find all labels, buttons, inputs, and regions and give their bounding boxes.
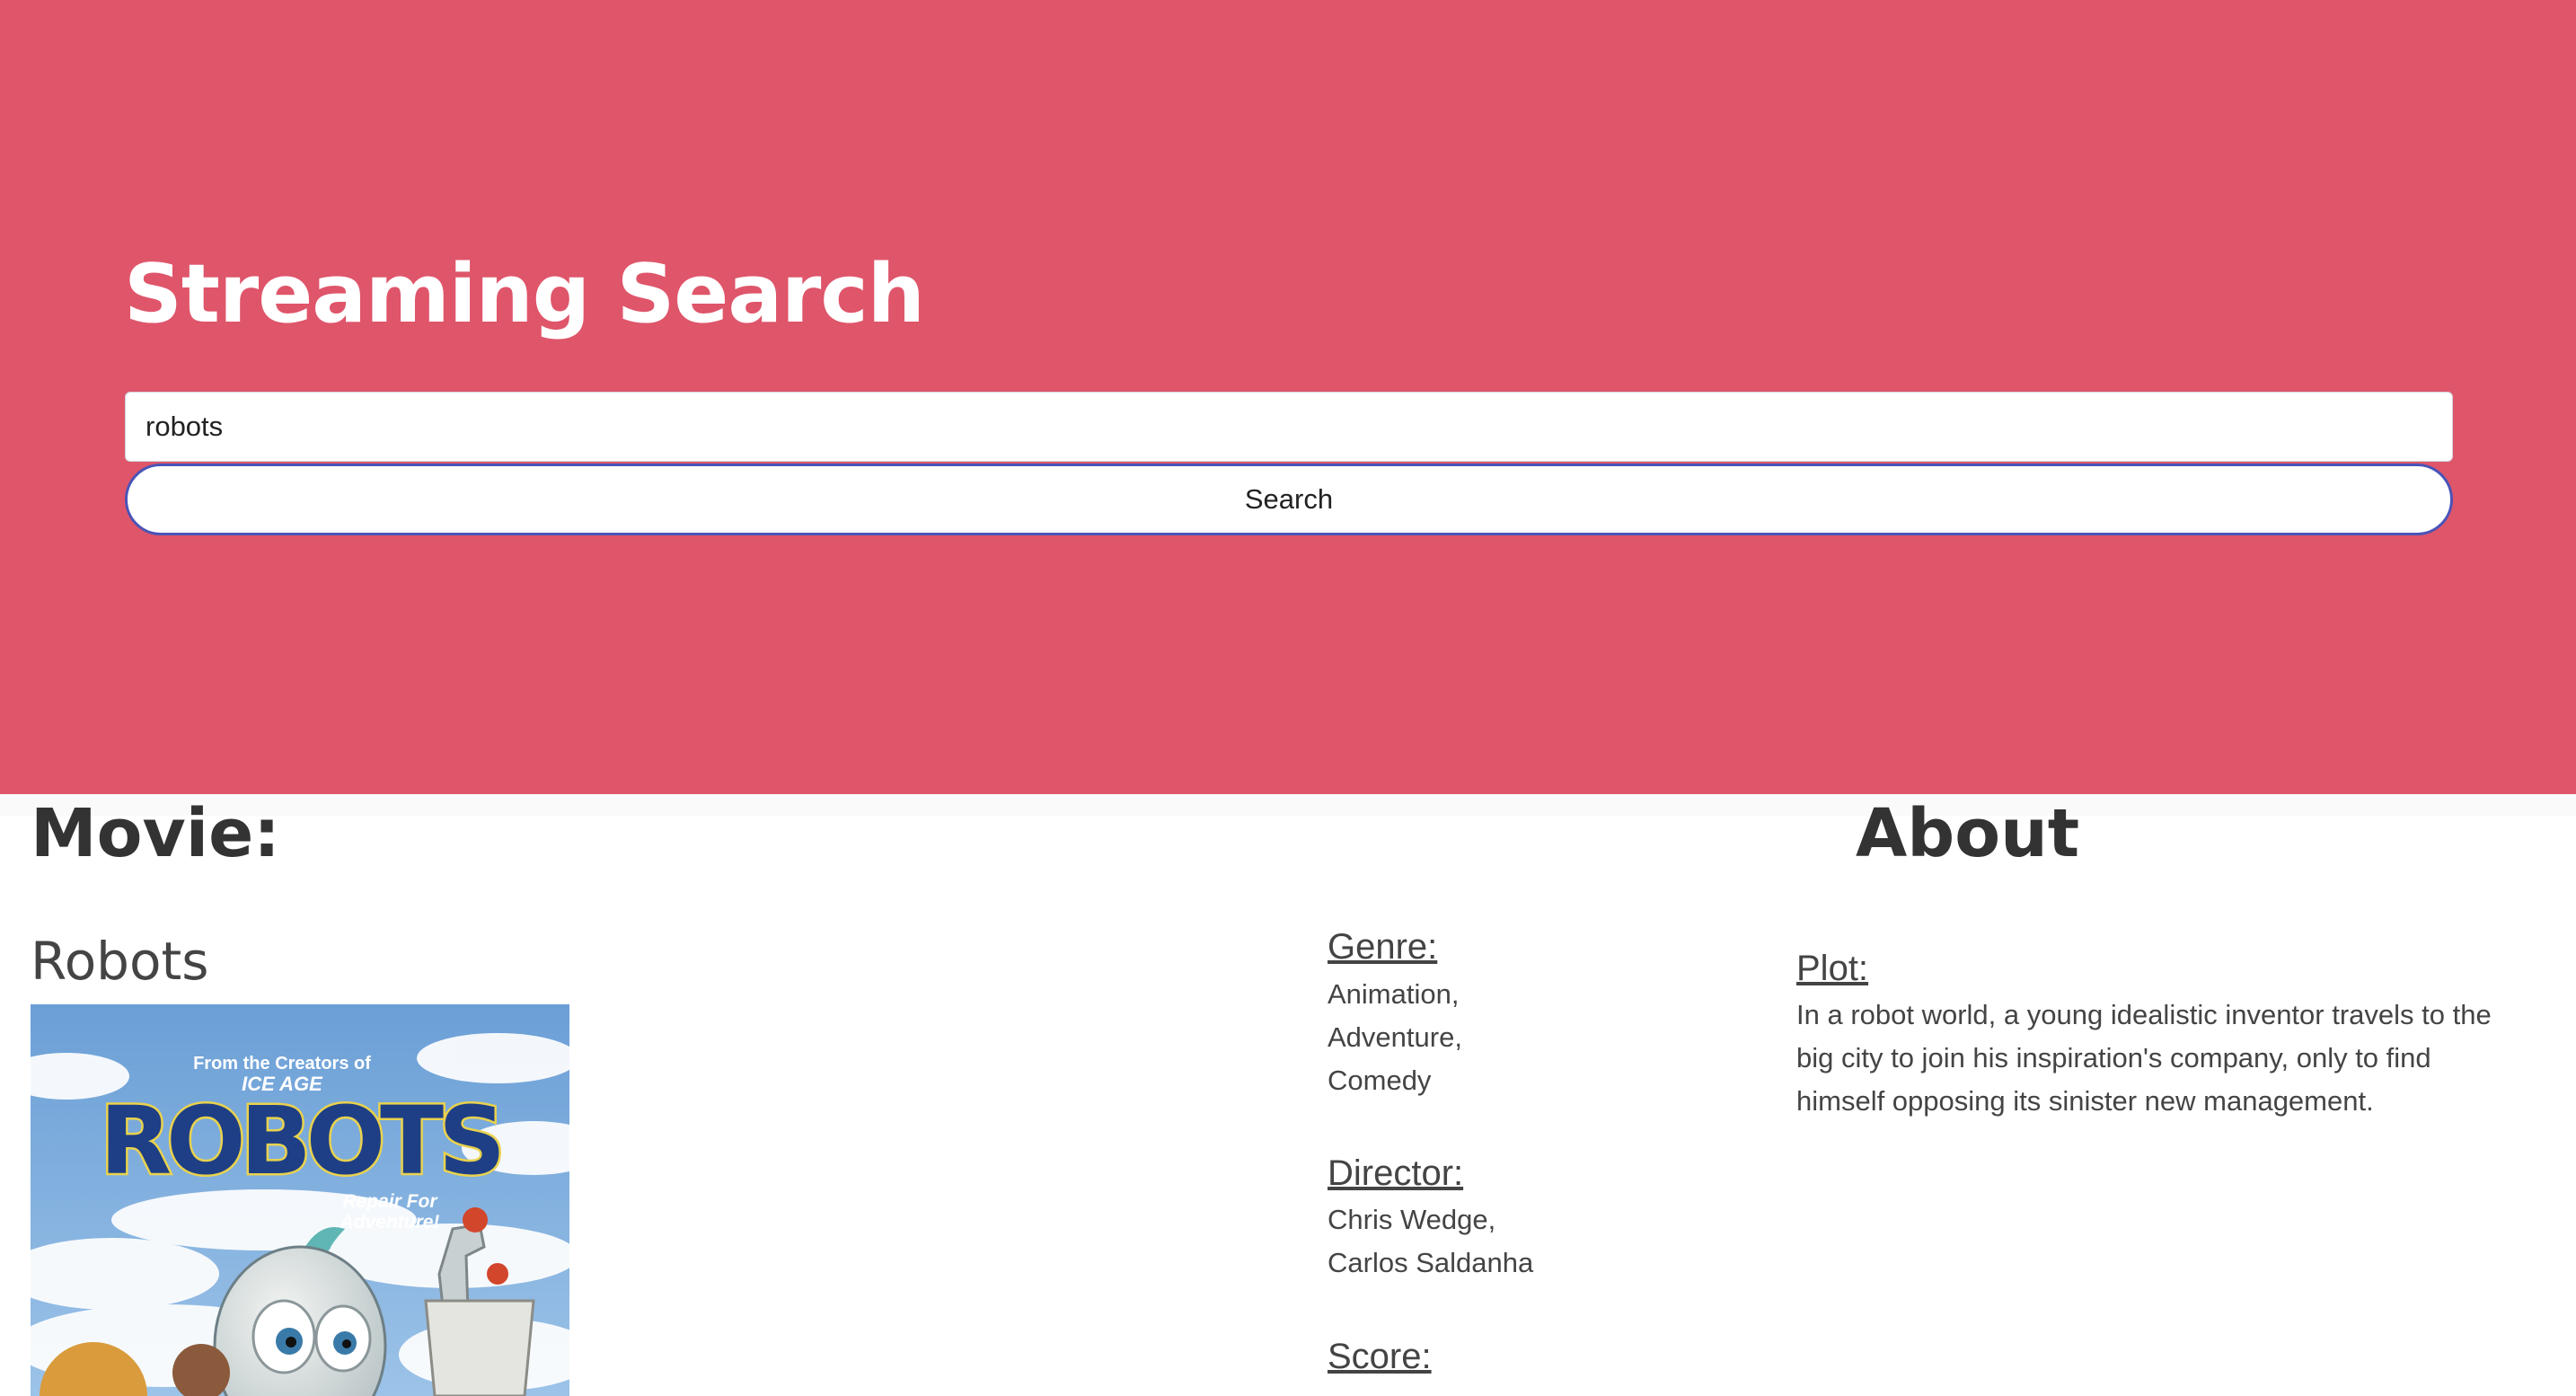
plot-line: big city to join his inspiration's compa…	[1796, 1042, 2431, 1074]
plot-line: himself opposing its sinister new manage…	[1796, 1085, 2374, 1117]
director-label: Director:	[1328, 1153, 1464, 1193]
poster-tagline-bottom-1: Repair For	[342, 1191, 438, 1212]
movie-poster: From the Creators of ICE AGE ROBOTS Repa…	[31, 1004, 569, 1396]
director-list: Chris Wedge, Carlos Saldanha	[1328, 1198, 1533, 1285]
section-divider	[0, 794, 2576, 816]
genre-list: Animation, Adventure, Comedy	[1328, 973, 1462, 1102]
plot-line: In a robot world, a young idealistic inv…	[1796, 999, 2492, 1030]
movie-section-heading: Movie:	[31, 795, 280, 872]
search-button[interactable]: Search	[125, 464, 2453, 535]
score-label: Score:	[1328, 1337, 1432, 1376]
hero-banner: Streaming Search Search	[0, 0, 2576, 794]
poster-tagline-bottom-2: Adventure!	[340, 1212, 440, 1233]
page-title: Streaming Search	[124, 247, 925, 341]
poster-tagline-top: From the Creators of	[193, 1054, 371, 1074]
plot-label: Plot:	[1796, 949, 1869, 988]
director-item: Chris Wedge,	[1328, 1204, 1496, 1235]
director-item: Carlos Saldanha	[1328, 1247, 1534, 1278]
genre-item: Animation,	[1328, 978, 1460, 1010]
movie-title: Robots	[31, 931, 209, 992]
search-input[interactable]	[125, 392, 2453, 462]
plot-text: In a robot world, a young idealistic inv…	[1796, 994, 2492, 1123]
genre-item: Comedy	[1328, 1065, 1432, 1096]
about-section-heading: About	[1856, 795, 2080, 872]
genre-item: Adventure,	[1328, 1021, 1462, 1053]
genre-label: Genre:	[1328, 927, 1438, 967]
poster-robots-logo: ROBOTS	[100, 1086, 500, 1196]
